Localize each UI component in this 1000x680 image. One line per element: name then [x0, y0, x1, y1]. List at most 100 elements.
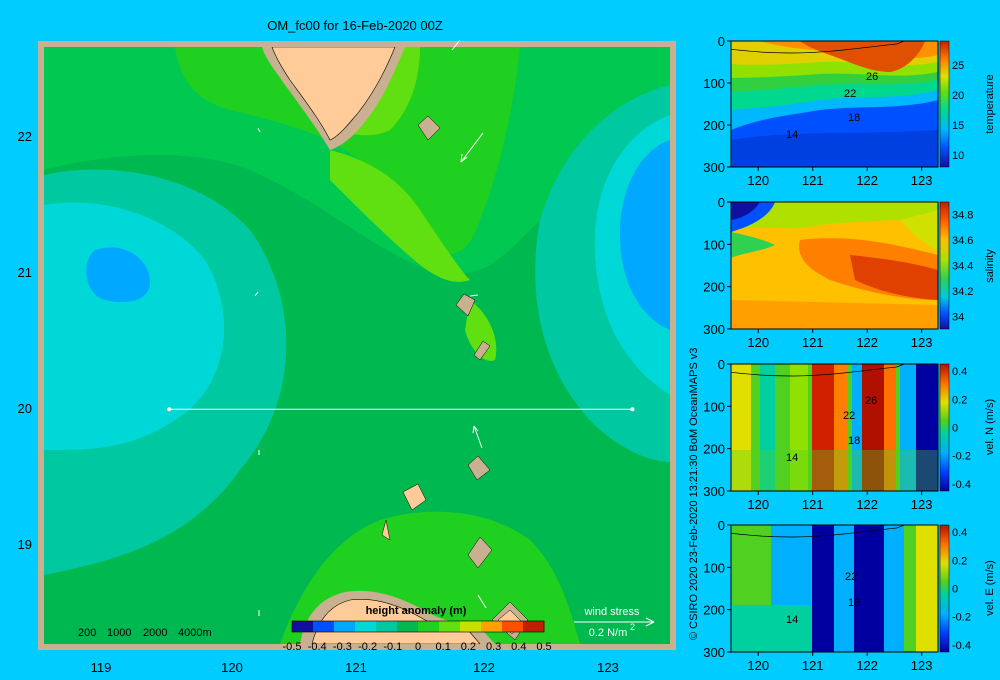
isotherm-line — [731, 0, 938, 10]
contour-label: 22 — [843, 410, 855, 422]
colorbar-tick-label: -0.2 — [952, 451, 971, 463]
isotherm-line — [731, 12, 938, 33]
map-title: OM_fc00 for 16-Feb-2020 00Z — [267, 18, 443, 33]
colorbar-tick-label: -0.2 — [358, 641, 377, 653]
bathymetry-legend-label: 4000m — [178, 627, 212, 639]
colorbar-swatch — [376, 621, 398, 632]
y-tick-label: 0 — [718, 195, 725, 210]
y-tick-label: 100 — [703, 76, 725, 91]
colorbar-tick-label: 0 — [415, 641, 421, 653]
colorbar-tick-label: -0.4 — [952, 479, 971, 491]
colorbar-swatch — [502, 621, 524, 632]
contour-label: 22 — [844, 88, 856, 100]
colorbar-tick-label: 0.4 — [952, 527, 967, 539]
x-tick-label: 122 — [856, 173, 878, 188]
contour-label: 26 — [866, 71, 878, 83]
colorbar-swatch — [418, 621, 440, 632]
colorbar-swatch — [355, 621, 377, 632]
y-tick-label: 200 — [703, 280, 725, 295]
colorbar-swatches — [291, 620, 545, 633]
bathymetry-legend-label: 200 — [78, 627, 96, 639]
map-x-tick: 119 — [91, 660, 112, 675]
wind-stress-label: wind stress — [583, 606, 640, 618]
y-tick-label: 300 — [703, 484, 725, 499]
colorbar-tick-label: -0.4 — [952, 640, 971, 652]
colorbar-tick-label: 25 — [952, 60, 964, 72]
y-tick-label: 300 — [703, 645, 725, 660]
x-tick-label: 123 — [911, 658, 933, 673]
x-tick-label: 121 — [802, 335, 824, 350]
salinity-section — [730, 201, 939, 330]
colorbar-tick-label: -0.3 — [333, 641, 352, 653]
contour-label: 18 — [848, 435, 860, 447]
contour-label: 14 — [786, 129, 798, 141]
y-tick-label: 0 — [718, 34, 725, 49]
colorbar-swatch — [334, 621, 356, 632]
map-y-tick: 22 — [18, 129, 32, 144]
x-tick-label: 120 — [747, 173, 769, 188]
colorbar-ticks: -0.5 -0.4 -0.3 -0.2 -0.1 0 0.1 0.2 0.3 0.4 0.5 — [283, 641, 552, 653]
colorbar-tick-label: 0.2 — [952, 394, 967, 406]
colorbar-swatch — [523, 621, 545, 632]
colorbar-tick-label: 0.3 — [486, 641, 501, 653]
isotherm-line — [731, 2, 938, 21]
colorbar-tick-label: -0.4 — [308, 641, 327, 653]
transect-start-marker — [167, 407, 172, 412]
x-tick-label: 123 — [911, 173, 933, 188]
colorbar-tick-label: 0.1 — [436, 641, 451, 653]
x-tick-label: 122 — [856, 658, 878, 673]
colorbar-tick-label: 34 — [952, 311, 964, 323]
colorbar-tick-label: 0.2 — [952, 555, 967, 567]
vel-e-colorbar — [939, 524, 950, 653]
colorbar-label: height anomaly (m) — [366, 605, 467, 617]
map-x-tick: 121 — [345, 660, 367, 675]
vel-e-colorbar-label: vel. E (m/s) — [984, 560, 996, 616]
map-x-tick: 122 — [473, 660, 495, 675]
vel-n-colorbar — [939, 363, 950, 492]
map-y-tick: 19 — [18, 537, 32, 552]
map-y-tick: 21 — [18, 265, 32, 280]
colorbar-tick-label: 0.5 — [536, 641, 551, 653]
x-tick-label: 121 — [802, 658, 824, 673]
colorbar-swatch — [439, 621, 461, 632]
map-y-ticks: 19 20 21 22 — [18, 129, 32, 552]
colorbar-swatch — [460, 621, 482, 632]
colorbar-tick-label: 15 — [952, 120, 964, 132]
contour-label: 14 — [786, 452, 798, 464]
x-tick-label: 120 — [747, 658, 769, 673]
colorbar-tick-label: 0 — [952, 584, 958, 596]
contour-label: 18 — [848, 112, 860, 124]
y-tick-label: 0 — [718, 357, 725, 372]
x-tick-label: 120 — [747, 497, 769, 512]
colorbar-swatch — [313, 621, 335, 632]
x-tick-label: 121 — [802, 497, 824, 512]
y-tick-label: 200 — [703, 442, 725, 457]
colorbar-swatch — [481, 621, 503, 632]
wind-stress-exponent: 2 — [630, 622, 635, 632]
map-x-ticks: 119 120 121 122 123 — [91, 660, 619, 675]
x-tick-label: 123 — [911, 497, 933, 512]
temperature-colorbar — [939, 40, 950, 168]
map-x-tick: 120 — [221, 660, 243, 675]
colorbar-tick-label: 34.4 — [952, 261, 973, 273]
map-y-tick: 20 — [18, 401, 32, 416]
y-tick-label: 0 — [718, 518, 725, 533]
temperature-colorbar-label: temperature — [984, 74, 996, 133]
y-tick-label: 100 — [703, 237, 725, 252]
colorbar-tick-label: 20 — [952, 90, 964, 102]
contour-label: 14 — [786, 614, 798, 626]
y-tick-label: 200 — [703, 603, 725, 618]
colorbar-tick-label: 34.8 — [952, 210, 973, 222]
transect-end-marker — [630, 407, 635, 412]
y-tick-label: 300 — [703, 322, 725, 337]
y-tick-label: 100 — [703, 399, 725, 414]
bathymetry-legend-label: 2000 — [143, 627, 167, 639]
contour-label: 18 — [848, 597, 860, 609]
salinity-colorbar-label: salinity — [984, 249, 996, 283]
y-tick-label: 300 — [703, 160, 725, 175]
credit-text: © CSIRO 2020 23-Feb-2020 13:21:30 BoM Oc… — [688, 348, 700, 640]
vel-n-colorbar-label: vel. N (m/s) — [984, 399, 996, 455]
x-tick-label: 122 — [856, 497, 878, 512]
colorbar-tick-label: 0.4 — [511, 641, 526, 653]
colorbar-tick-label: 34.6 — [952, 235, 973, 247]
